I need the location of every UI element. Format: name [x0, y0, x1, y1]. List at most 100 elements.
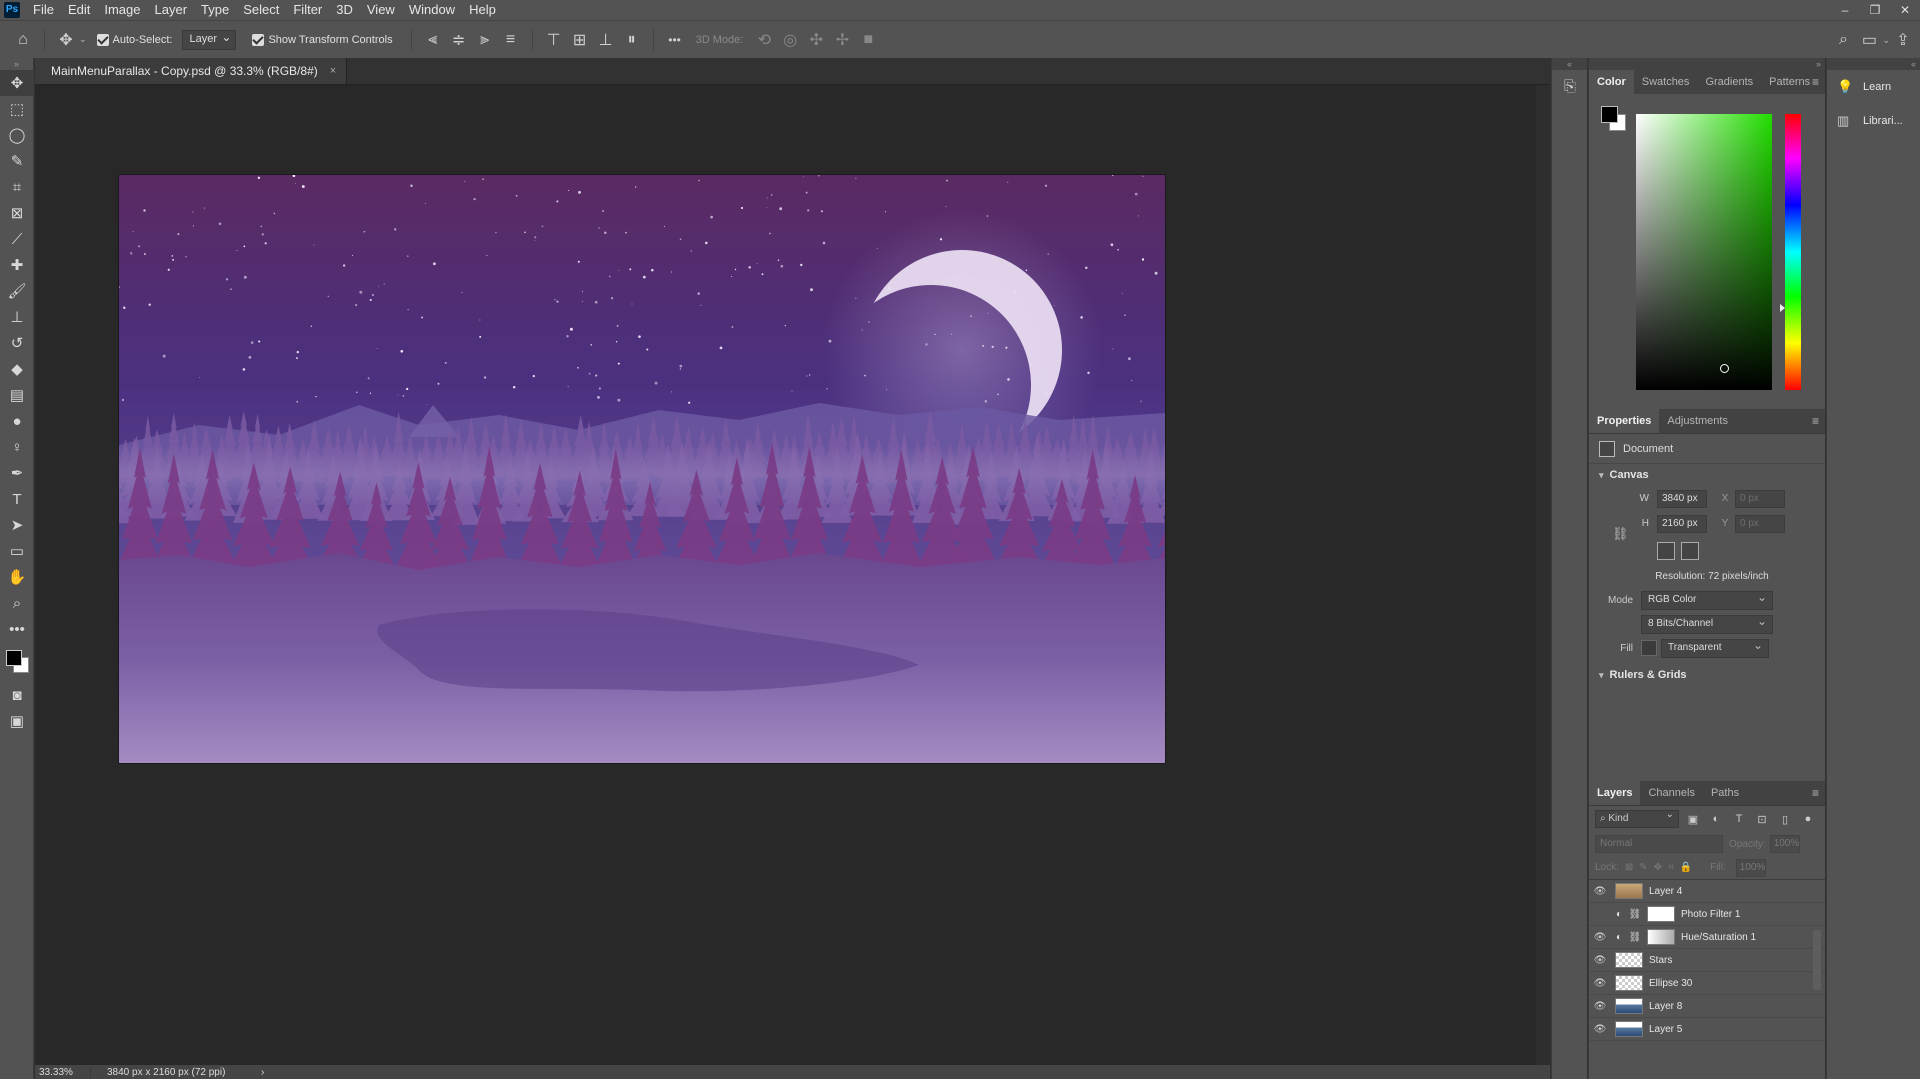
- portrait-orientation-icon[interactable]: [1657, 542, 1675, 560]
- move-tool-icon[interactable]: ✥: [53, 30, 79, 50]
- tab-adjustments[interactable]: Adjustments: [1659, 409, 1736, 433]
- layer-name[interactable]: Layer 8: [1649, 1001, 1682, 1012]
- layer-thumbnail[interactable]: [1647, 929, 1675, 945]
- auto-select-checkbox[interactable]: Auto-Select:: [96, 33, 172, 46]
- layer-row[interactable]: 👁 Layer 4: [1589, 880, 1825, 903]
- panel-menu-icon[interactable]: ≡: [1812, 786, 1819, 800]
- visibility-eye-icon[interactable]: 👁: [1589, 932, 1611, 943]
- canvas-section-toggle[interactable]: ▾ Canvas: [1589, 464, 1825, 486]
- 3d-camera-icon[interactable]: ■: [855, 31, 881, 49]
- menu-type[interactable]: Type: [194, 0, 236, 20]
- layer-thumbnail[interactable]: [1615, 1021, 1643, 1037]
- layer-name[interactable]: Ellipse 30: [1649, 978, 1692, 989]
- panel-menu-icon[interactable]: ≡: [1812, 75, 1819, 89]
- gradient-tool-icon[interactable]: ▤: [0, 382, 34, 408]
- layer-name[interactable]: Photo Filter 1: [1681, 909, 1740, 920]
- color-picker-ring[interactable]: [1720, 364, 1729, 373]
- marquee-tool-icon[interactable]: ⬚: [0, 96, 34, 122]
- blend-mode-dropdown[interactable]: Normal: [1595, 835, 1723, 853]
- tab-paths[interactable]: Paths: [1703, 781, 1747, 805]
- status-arrow-icon[interactable]: ›: [261, 1067, 264, 1078]
- align-middle-icon[interactable]: ⊞: [567, 30, 593, 50]
- healing-brush-tool-icon[interactable]: ✚: [0, 252, 34, 278]
- 3d-roll-icon[interactable]: ◎: [777, 30, 803, 50]
- layer-row[interactable]: 👁 ◐ ⛓ Hue/Saturation 1: [1589, 926, 1825, 949]
- path-selection-tool-icon[interactable]: ➤: [0, 512, 34, 538]
- layer-name[interactable]: Layer 4: [1649, 886, 1682, 897]
- foreground-color-swatch[interactable]: [6, 650, 22, 666]
- tab-gradients[interactable]: Gradients: [1697, 70, 1761, 94]
- tab-properties[interactable]: Properties: [1589, 409, 1660, 433]
- clone-stamp-tool-icon[interactable]: ⊥: [0, 304, 34, 330]
- lock-all-icon[interactable]: 🔒: [1680, 862, 1692, 873]
- mask-link-icon[interactable]: ⛓: [1627, 932, 1643, 943]
- panel-menu-icon[interactable]: ≡: [1812, 414, 1819, 428]
- layer-thumbnail[interactable]: [1647, 906, 1675, 922]
- auto-select-dropdown[interactable]: Layer: [182, 29, 237, 50]
- layer-thumbnail[interactable]: [1615, 998, 1643, 1014]
- menu-view[interactable]: View: [360, 0, 402, 20]
- workspace-icon[interactable]: ▭: [1856, 30, 1882, 50]
- lasso-tool-icon[interactable]: ◯: [0, 122, 34, 148]
- tab-channels[interactable]: Channels: [1640, 781, 1702, 805]
- close-tab-icon[interactable]: ×: [330, 58, 336, 84]
- frame-tool-icon[interactable]: ⊠: [0, 200, 34, 226]
- filter-smart-object-icon[interactable]: ▯: [1776, 813, 1794, 826]
- brush-tool-icon[interactable]: 🖌: [0, 278, 34, 304]
- layer-row[interactable]: 👁 Stars: [1589, 949, 1825, 972]
- scrollbar-thumb[interactable]: [1813, 930, 1821, 990]
- fill-dropdown[interactable]: Transparent: [1661, 638, 1769, 658]
- landscape-orientation-icon[interactable]: [1681, 542, 1699, 560]
- layer-thumbnail[interactable]: [1615, 952, 1643, 968]
- layer-thumbnail[interactable]: [1615, 883, 1643, 899]
- layers-scrollbar[interactable]: [1813, 924, 1821, 1079]
- libraries-panel-button[interactable]: ▥ Librari...: [1827, 104, 1920, 138]
- document-tab[interactable]: MainMenuParallax - Copy.psd @ 33.3% (RGB…: [35, 58, 348, 84]
- show-transform-checkbox[interactable]: Show Transform Controls: [252, 33, 393, 46]
- menu-file[interactable]: File: [26, 0, 61, 20]
- menu-select[interactable]: Select: [236, 0, 286, 20]
- screen-mode-icon[interactable]: ▣: [0, 708, 34, 734]
- distribute-icon[interactable]: ≡: [498, 31, 524, 49]
- color-saturation-field[interactable]: [1636, 114, 1772, 390]
- minimize-button[interactable]: –: [1830, 0, 1860, 20]
- layer-row[interactable]: 👁 ◐ ⛓ Photo Filter 1: [1589, 903, 1825, 926]
- lock-artboard-icon[interactable]: ⌗: [1668, 862, 1674, 873]
- foreground-color-swatch[interactable]: [1601, 106, 1618, 123]
- image-canvas[interactable]: [119, 175, 1165, 763]
- fill-field[interactable]: 100%: [1735, 858, 1766, 877]
- color-mode-dropdown[interactable]: RGB Color: [1641, 590, 1773, 610]
- home-icon[interactable]: ⌂: [10, 31, 36, 49]
- filter-toggle-icon[interactable]: ●: [1799, 813, 1817, 825]
- 3d-pan-icon[interactable]: ✣: [803, 30, 829, 50]
- share-icon[interactable]: ⇪: [1890, 30, 1916, 50]
- search-icon[interactable]: ⌕: [1830, 31, 1856, 49]
- collapse-extra-panels-icon[interactable]: «: [1827, 58, 1920, 70]
- zoom-level[interactable]: 33.33%: [35, 1066, 91, 1078]
- filter-shape-icon[interactable]: ⊡: [1753, 813, 1771, 826]
- filter-type-icon[interactable]: T: [1730, 813, 1748, 825]
- layer-row[interactable]: 👁 Layer 5: [1589, 1018, 1825, 1041]
- mask-link-icon[interactable]: ⛓: [1627, 909, 1643, 920]
- lock-transparency-icon[interactable]: ⊠: [1625, 862, 1633, 873]
- restore-button[interactable]: ❐: [1860, 0, 1890, 20]
- zoom-tool-icon[interactable]: ⌕: [0, 590, 34, 616]
- hand-tool-icon[interactable]: ✋: [0, 564, 34, 590]
- align-center-icon[interactable]: ≑: [446, 30, 472, 50]
- 3d-orbit-icon[interactable]: ⟲: [751, 30, 777, 50]
- lock-pixels-icon[interactable]: ✎: [1639, 862, 1647, 873]
- height-field[interactable]: 2160 px: [1657, 514, 1707, 533]
- close-window-button[interactable]: ✕: [1890, 0, 1920, 20]
- align-bottom-icon[interactable]: ⊥: [593, 30, 619, 50]
- checkbox-checked-icon[interactable]: [252, 33, 265, 46]
- visibility-eye-icon[interactable]: 👁: [1589, 909, 1611, 920]
- vertical-scrollbar[interactable]: [1536, 85, 1550, 1065]
- learn-panel-button[interactable]: 💡 Learn: [1827, 70, 1920, 104]
- collapse-strip-icon[interactable]: «: [1552, 58, 1587, 70]
- more-options-icon[interactable]: •••: [662, 33, 688, 47]
- fill-color-swatch[interactable]: [1641, 640, 1657, 656]
- visibility-eye-icon[interactable]: 👁: [1589, 955, 1611, 966]
- quick-select-tool-icon[interactable]: ✎: [0, 148, 34, 174]
- hue-slider-handle-icon[interactable]: [1780, 304, 1785, 312]
- menu-3d[interactable]: 3D: [329, 0, 360, 20]
